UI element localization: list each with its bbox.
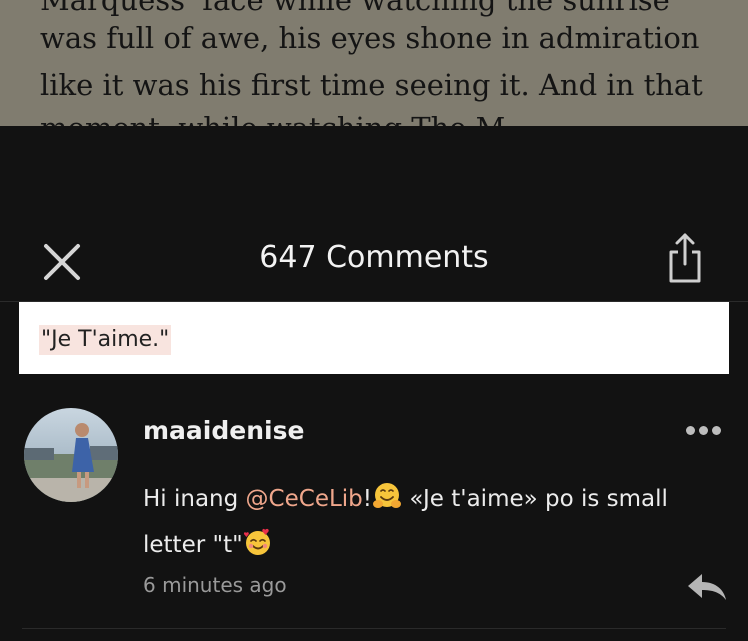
story-text-background: Marquess' face while watching the sunris… [0,0,748,126]
story-line: was full of awe, his eyes shone in admir… [40,21,700,55]
comment-timestamp: 6 minutes ago [143,573,287,597]
comment-item: maaidenise Hi inang @CeCeLib! «Je t'aime… [0,396,748,641]
comment-divider [22,628,726,629]
comment-username[interactable]: maaidenise [143,416,304,445]
story-line: moment, while watching The M [40,114,505,127]
quoted-passage: "Je T'aime." [39,325,172,355]
comment-text: Hi inang @CeCeLib! «Je t'aime» po is sma… [143,476,713,568]
story-line: Marquess' face while watching the sunris… [40,0,670,17]
comment-text-part: ! [362,486,373,512]
reply-arrow-icon [688,574,726,600]
quoted-passage-box: "Je T'aime." [19,302,729,374]
smiling-face-with-hearts-emoji-icon [243,528,270,555]
reply-button[interactable] [686,572,728,602]
avatar[interactable] [24,408,118,502]
comments-title: 647 Comments [259,240,489,275]
story-line: like it was his first time seeing it. An… [40,68,703,102]
user-avatar-image [24,408,118,502]
more-options-button[interactable] [686,420,726,435]
more-dots-icon [699,426,708,435]
share-button[interactable] [666,232,704,284]
comment-text-part: Hi inang [143,486,246,512]
more-dots-icon [712,426,721,435]
comments-panel: 647 Comments "Je T'aime." maaidenise Hi … [0,126,748,641]
user-mention-link[interactable]: @CeCeLib [246,486,363,512]
share-icon [669,233,701,283]
hugging-face-emoji-icon [373,483,402,508]
more-dots-icon [686,426,695,435]
